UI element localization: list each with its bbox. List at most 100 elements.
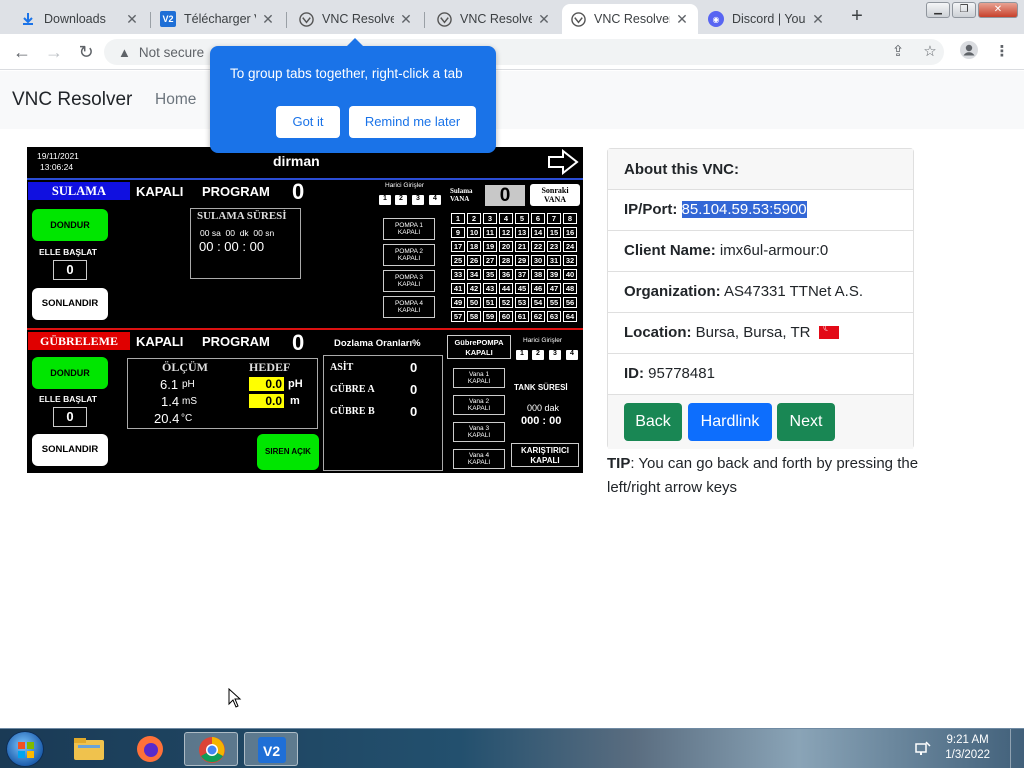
network-icon[interactable] xyxy=(914,739,932,762)
location-row: Location: Bursa, Bursa, TR xyxy=(608,313,913,354)
site-brand[interactable]: VNC Resolver xyxy=(12,89,132,111)
tab-downloads[interactable]: Downloads ✕ xyxy=(12,4,148,34)
tab-separator xyxy=(424,12,425,28)
file-explorer-icon[interactable] xyxy=(62,732,116,766)
elle-value: 0 xyxy=(53,260,87,280)
valve-cell: 44 xyxy=(499,283,513,294)
client-name-label: Client Name: xyxy=(624,242,716,259)
got-it-button[interactable]: Got it xyxy=(276,106,340,138)
pompa-name: POMPA 3 xyxy=(394,274,424,281)
vana-state: KAPALI xyxy=(467,405,491,412)
valve-cell: 3 xyxy=(483,213,497,224)
vana-name: Vana 4 xyxy=(468,452,490,459)
tab-discord[interactable]: ◉ Discord | Your ✕ xyxy=(700,4,834,34)
valve-cell: 31 xyxy=(547,255,561,266)
ip-port-value[interactable]: 85.104.59.53:5900 xyxy=(681,201,807,218)
valve-cell: 45 xyxy=(515,283,529,294)
valve-cell: 33 xyxy=(451,269,465,280)
close-icon[interactable]: ✕ xyxy=(398,11,414,28)
tab-vnc-resolver-active[interactable]: VNC Resolver ✕ xyxy=(562,4,698,34)
tab-title: Discord | Your xyxy=(732,12,806,26)
input-chip: 1 xyxy=(516,350,528,360)
new-tab-button[interactable]: + xyxy=(845,6,869,28)
tab-separator xyxy=(150,12,151,28)
pompa-3: POMPA 3 KAPALI xyxy=(383,270,435,292)
valve-cell: 7 xyxy=(547,213,561,224)
hmi-title: dirman xyxy=(273,153,320,169)
valve-cell: 18 xyxy=(467,241,481,252)
sulama-suresi-label: SULAMA SÜRESİ xyxy=(197,210,287,222)
menu-dots-icon[interactable]: ⋮ xyxy=(990,40,1014,64)
nav-home-link[interactable]: Home xyxy=(155,91,196,109)
tab-title: Downloads xyxy=(44,12,106,26)
vana-2: Vana 2 KAPALI xyxy=(453,395,505,415)
ip-port-row: IP/Port: 85.104.59.53:5900 xyxy=(608,190,913,231)
valve-grid: 1 2 3 4 5 6 7 8 9 10 11 12 13 14 15 16 17 18 19 20 21 22 23 24 2… xyxy=(451,213,581,324)
taskbar-clock[interactable]: 9:21 AM 1/3/2022 xyxy=(945,733,990,763)
valve-cell: 54 xyxy=(531,297,545,308)
valve-cell: 21 xyxy=(515,241,529,252)
tab-vnc-resolver-1[interactable]: VNC Resolver ✕ xyxy=(290,4,422,34)
window-close-button[interactable]: ✕ xyxy=(978,2,1018,18)
valve-cell: 17 xyxy=(451,241,465,252)
reload-icon[interactable]: ↻ xyxy=(74,40,98,64)
back-arrow-icon[interactable]: ← xyxy=(10,40,34,64)
gubreleme-program-number: 0 xyxy=(292,330,305,355)
valve-cell: 59 xyxy=(483,311,497,322)
gubre-b-value: 0 xyxy=(410,404,418,419)
hmi-divider xyxy=(27,178,583,180)
close-icon[interactable]: ✕ xyxy=(674,11,690,28)
input-chip: 2 xyxy=(395,195,407,205)
tab-telecharger[interactable]: V2 Télécharger V ✕ xyxy=(152,4,284,34)
valve-cell: 57 xyxy=(451,311,465,322)
vnc-viewer-taskbar-icon[interactable]: V2 xyxy=(244,732,298,766)
gubreleme-sonlandir-button: SONLANDIR xyxy=(32,434,108,466)
valve-cell: 28 xyxy=(499,255,513,266)
share-icon[interactable]: ⇪ xyxy=(886,40,910,64)
valve-cell: 4 xyxy=(499,213,513,224)
windows-start-button[interactable] xyxy=(6,731,44,767)
valve-cell: 12 xyxy=(499,227,513,238)
maximize-button[interactable]: ❐ xyxy=(952,2,976,18)
back-button[interactable]: Back xyxy=(624,403,682,441)
show-desktop-button[interactable] xyxy=(1010,729,1024,769)
hmi-divider-red xyxy=(27,328,583,330)
valve-cell: 49 xyxy=(451,297,465,308)
karistirici-state: KAPALI xyxy=(530,456,560,465)
close-icon[interactable]: ✕ xyxy=(536,11,552,28)
valve-cell: 41 xyxy=(451,283,465,294)
vana-state: KAPALI xyxy=(467,459,491,466)
asit-value: 0 xyxy=(410,360,418,375)
valve-cell: 11 xyxy=(483,227,497,238)
firefox-icon[interactable] xyxy=(123,732,177,766)
clock-time: 9:21 AM xyxy=(946,734,989,746)
next-button[interactable]: Next xyxy=(777,403,835,441)
pompa-name: POMPA 1 xyxy=(394,222,424,229)
valve-cell: 62 xyxy=(531,311,545,322)
forward-arrow-icon[interactable]: → xyxy=(42,40,66,64)
vnc-screenshot: 19/11/2021 13:06:24 dirman SULAMA KAPALI… xyxy=(27,147,583,473)
valve-cell: 25 xyxy=(451,255,465,266)
valve-cell: 29 xyxy=(515,255,529,266)
minimize-button[interactable]: ▁ xyxy=(926,2,950,18)
asit-label: ASİT xyxy=(330,362,354,373)
location-label: Location: xyxy=(624,324,692,341)
tab-vnc-resolver-2[interactable]: VNC Resolver ✕ xyxy=(428,4,560,34)
vana-value: 0 xyxy=(485,185,525,206)
hardlink-button[interactable]: Hardlink xyxy=(688,403,772,441)
profile-avatar-icon[interactable] xyxy=(957,40,981,64)
close-icon[interactable]: ✕ xyxy=(810,11,826,28)
vnc-resolver-icon xyxy=(298,11,314,27)
gubreleme-dondur-button: DONDUR xyxy=(32,357,108,389)
windows-taskbar: V2 9:21 AM 1/3/2022 xyxy=(0,728,1024,769)
close-icon[interactable]: ✕ xyxy=(124,11,140,28)
window-controls: ▁ ❐ ✕ xyxy=(926,2,1018,18)
vana-1: Vana 1 KAPALI xyxy=(453,368,505,388)
close-icon[interactable]: ✕ xyxy=(260,11,276,28)
remind-later-button[interactable]: Remind me later xyxy=(349,106,476,138)
vnc-viewer-icon: V2 xyxy=(160,11,176,27)
gubre-b-label: GÜBRE B xyxy=(330,406,375,417)
chrome-icon[interactable] xyxy=(184,732,238,766)
svg-text:V2: V2 xyxy=(263,743,280,759)
bookmark-star-icon[interactable]: ☆ xyxy=(918,40,942,64)
